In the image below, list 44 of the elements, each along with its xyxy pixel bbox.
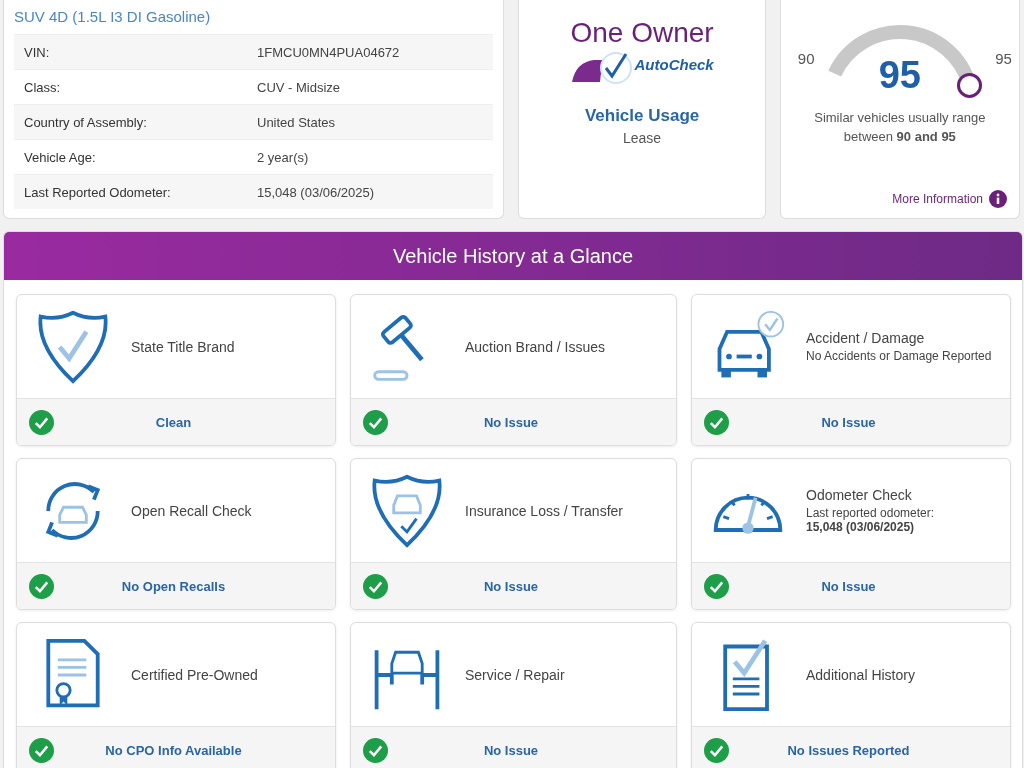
tile-title: Odometer Check: [806, 487, 913, 503]
tile-subtitle: No Accidents or Damage Reported: [806, 349, 992, 363]
panel-header: Vehicle History at a Glance: [4, 232, 1022, 280]
usage-value: Lease: [623, 130, 662, 146]
spec-value: 2 year(s): [257, 149, 309, 165]
tile-title: Auction Brand / Issues: [465, 338, 606, 355]
vehicle-subtitle: SUV 4D (1.5L I3 DI Gasoline): [14, 8, 212, 25]
score-value: 95: [877, 54, 922, 97]
spec-value: CUV - Midsize: [257, 79, 341, 95]
spec-label: Class:: [24, 79, 62, 95]
spec-label: Vehicle Age:: [24, 149, 97, 165]
spec-label: Country of Assembly:: [24, 114, 148, 130]
tile-status: No Issues Reported: [786, 742, 911, 758]
spec-label: VIN:: [24, 44, 51, 60]
tile-status: No Issue: [482, 414, 540, 430]
gauge-min-label: 90: [797, 50, 815, 67]
range-description: Similar vehicles usually range between 90 and 95: [813, 109, 987, 146]
usage-label: Vehicle Usage: [584, 106, 700, 126]
tile-status: No Issue: [482, 742, 540, 758]
tile-subtitle: Last reported odometer:: [806, 506, 935, 520]
tile-title: Accident / Damage: [806, 330, 926, 346]
tile-title: State Title Brand: [131, 338, 235, 355]
spec-value: 15,048 (03/06/2025): [257, 184, 375, 200]
spec-value: United States: [257, 114, 336, 130]
tile-title: Certified Pre-Owned: [131, 666, 258, 683]
info-icon: [989, 190, 1007, 208]
tile-detail: 15,048 (03/06/2025): [806, 520, 916, 534]
logo-brand: AutoCheck: [634, 55, 714, 73]
shield-car-icon: [369, 472, 445, 549]
tile-status: No Open Recalls: [120, 578, 227, 594]
logo-title: One Owner: [570, 18, 714, 48]
tile-status: No Issue: [482, 578, 540, 594]
tile-status: Clean: [154, 414, 193, 430]
spec-value: 1FMCU0MN4PUA04672: [257, 44, 400, 60]
more-information-link[interactable]: More Information: [892, 192, 983, 206]
tile-title: Open Recall Check: [131, 502, 252, 519]
tile-status: No CPO Info Available: [104, 742, 243, 758]
gauge-max-label: 95: [995, 50, 1012, 67]
tile-title: Insurance Loss / Transfer: [465, 502, 623, 519]
tile-title: Additional History: [806, 666, 915, 683]
spec-label: Last Reported Odometer:: [24, 184, 172, 200]
tile-status: No Issue: [820, 414, 877, 430]
tile-status: No Issue: [820, 578, 877, 594]
tile-title: Service / Repair: [465, 666, 565, 683]
